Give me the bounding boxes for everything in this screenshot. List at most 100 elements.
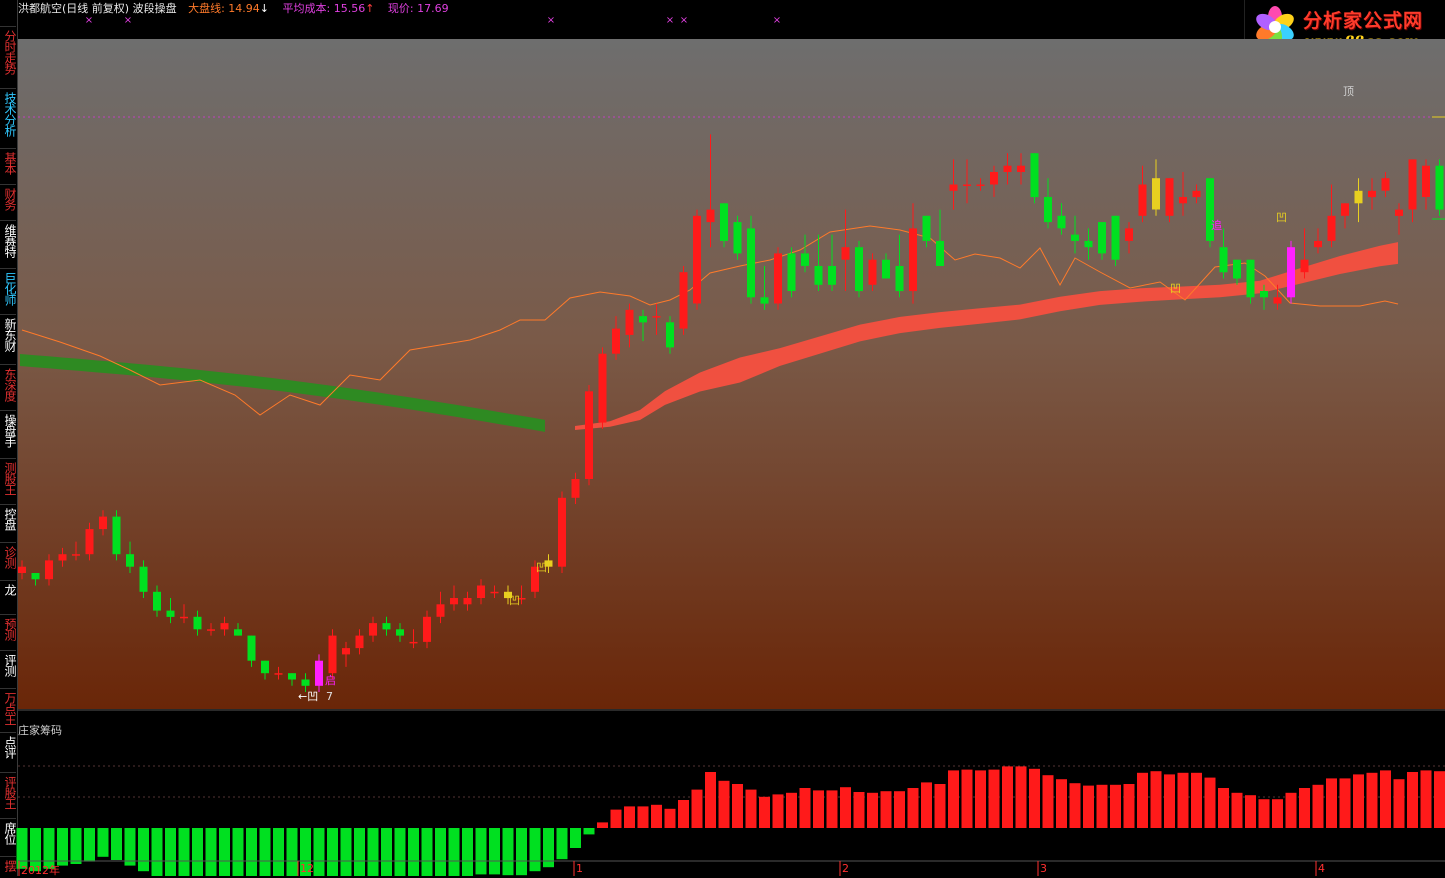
candle-body[interactable] [585, 391, 593, 479]
candle-body[interactable] [18, 567, 26, 573]
candle-body[interactable] [788, 253, 796, 291]
candle-body[interactable] [248, 636, 256, 661]
candle-body[interactable] [140, 567, 148, 592]
candle-body[interactable] [1422, 166, 1430, 197]
candle-body[interactable] [302, 680, 310, 686]
candle-body[interactable] [1044, 197, 1052, 222]
candle-body[interactable] [1328, 216, 1336, 241]
candle-body[interactable] [1314, 241, 1322, 247]
candle-body[interactable] [666, 322, 674, 347]
candle-body[interactable] [1193, 191, 1201, 197]
candle-body[interactable] [842, 247, 850, 260]
candle-body[interactable] [1436, 166, 1444, 210]
candle-body[interactable] [329, 636, 337, 674]
candle-body[interactable] [1098, 222, 1106, 253]
candle-body[interactable] [599, 354, 607, 423]
candle-body[interactable] [1395, 210, 1403, 216]
candle-body[interactable] [1085, 241, 1093, 247]
candle-body[interactable] [1233, 260, 1241, 279]
candle-body[interactable] [1166, 178, 1174, 216]
candle-body[interactable] [896, 266, 904, 291]
candle-body[interactable] [1274, 297, 1282, 303]
candle-body[interactable] [707, 210, 715, 223]
candle-body[interactable] [180, 617, 188, 619]
candle-body[interactable] [1071, 235, 1079, 241]
candle-body[interactable] [882, 260, 890, 279]
candle-body[interactable] [1260, 291, 1268, 297]
candle-body[interactable] [383, 623, 391, 629]
candle-body[interactable] [1341, 203, 1349, 216]
candle-body[interactable] [1112, 216, 1120, 260]
candle-body[interactable] [342, 648, 350, 654]
candle-body[interactable] [693, 216, 701, 304]
candle-body[interactable] [747, 228, 755, 297]
candlestick-chart[interactable]: ×××××× 凹凹凹凹启追顶←凹7 [0, 0, 1445, 876]
candle-body[interactable] [720, 203, 728, 241]
candle-body[interactable] [761, 297, 769, 303]
candle-body[interactable] [113, 517, 121, 555]
candle-body[interactable] [288, 673, 296, 679]
candle-body[interactable] [1139, 185, 1147, 216]
candle-body[interactable] [207, 629, 215, 631]
candle-body[interactable] [828, 266, 836, 285]
candle-body[interactable] [1152, 178, 1160, 209]
candle-body[interactable] [315, 661, 323, 686]
candle-body[interactable] [1409, 159, 1417, 209]
candle-body[interactable] [1058, 216, 1066, 229]
candle-body[interactable] [990, 172, 998, 185]
candle-body[interactable] [72, 554, 80, 556]
candle-body[interactable] [1247, 260, 1255, 298]
candle-body[interactable] [572, 479, 580, 498]
candle-body[interactable] [369, 623, 377, 636]
candle-body[interactable] [923, 216, 931, 241]
candle-body[interactable] [234, 629, 242, 635]
candle-body[interactable] [909, 228, 917, 291]
candle-body[interactable] [1017, 166, 1025, 172]
candle-body[interactable] [680, 272, 688, 328]
candle-body[interactable] [167, 611, 175, 617]
candle-body[interactable] [126, 554, 134, 567]
candle-body[interactable] [977, 185, 985, 187]
candle-body[interactable] [221, 623, 229, 629]
candle-body[interactable] [194, 617, 202, 630]
candle-body[interactable] [464, 598, 472, 604]
candle-body[interactable] [855, 247, 863, 291]
candle-body[interactable] [1004, 166, 1012, 172]
candle-body[interactable] [1125, 228, 1133, 241]
candle-body[interactable] [626, 310, 634, 335]
candle-body[interactable] [653, 316, 661, 318]
candle-body[interactable] [153, 592, 161, 611]
candle-body[interactable] [437, 604, 445, 617]
candle-body[interactable] [558, 498, 566, 567]
candle-body[interactable] [32, 573, 40, 579]
candle-body[interactable] [815, 266, 823, 285]
candle-body[interactable] [86, 529, 94, 554]
candle-body[interactable] [45, 560, 53, 579]
candle-body[interactable] [963, 185, 971, 187]
candle-body[interactable] [734, 222, 742, 253]
candle-body[interactable] [639, 316, 647, 322]
candle-body[interactable] [396, 629, 404, 635]
candle-body[interactable] [1301, 260, 1309, 273]
candle-body[interactable] [950, 185, 958, 191]
candle-body[interactable] [936, 241, 944, 266]
candle-body[interactable] [99, 517, 107, 530]
candle-body[interactable] [1179, 197, 1187, 203]
candle-body[interactable] [491, 592, 499, 594]
candle-body[interactable] [261, 661, 269, 674]
candle-body[interactable] [450, 598, 458, 604]
candle-body[interactable] [59, 554, 67, 560]
candle-body[interactable] [423, 617, 431, 642]
candle-body[interactable] [356, 636, 364, 649]
candle-body[interactable] [774, 253, 782, 303]
candle-body[interactable] [1031, 153, 1039, 197]
candle-body[interactable] [869, 260, 877, 285]
candle-body[interactable] [1287, 247, 1295, 297]
candle-body[interactable] [1368, 191, 1376, 197]
candle-body[interactable] [1220, 247, 1228, 272]
candle-body[interactable] [1355, 191, 1363, 204]
candle-body[interactable] [410, 642, 418, 644]
candle-body[interactable] [477, 586, 485, 599]
candle-body[interactable] [275, 673, 283, 675]
candle-body[interactable] [801, 253, 809, 266]
